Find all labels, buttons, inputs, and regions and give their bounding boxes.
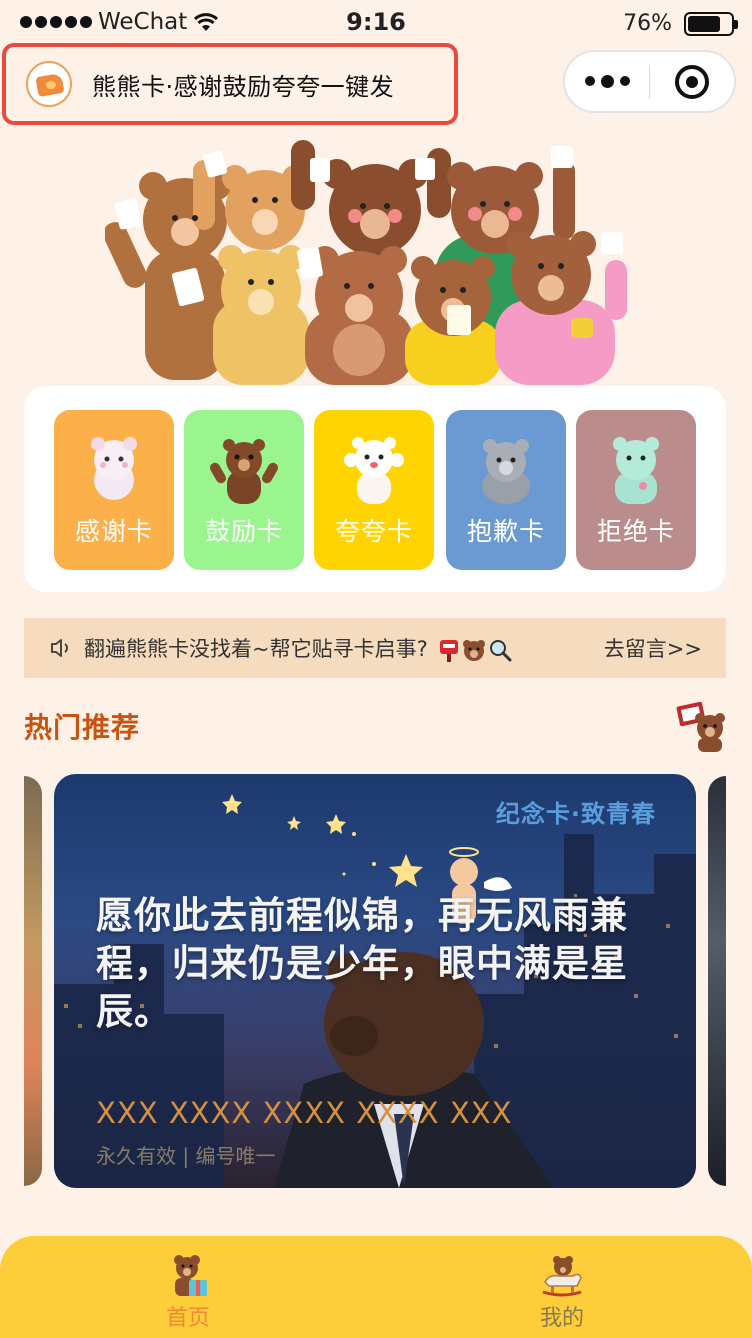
bear-front-pink-shirt — [495, 231, 627, 385]
app-title: 熊熊卡·感谢鼓励夸夸一键发 — [92, 72, 395, 101]
polar-bear-icon — [344, 437, 404, 504]
stars — [222, 794, 423, 887]
bear-card-logo-icon — [26, 61, 72, 107]
category-apology-card[interactable]: 抱歉卡 — [446, 410, 566, 570]
bears-banner-illustration — [105, 140, 627, 385]
card-tag: 纪念卡·致青春 — [495, 800, 656, 828]
leave-message-link[interactable]: 去留言>> — [604, 633, 702, 663]
category-praise-card[interactable]: 夸夸卡 — [314, 410, 434, 570]
mini-program-capsule — [563, 50, 736, 113]
tab-label: 首页 — [165, 1306, 210, 1331]
tab-bar: 首页 我的 — [0, 1236, 752, 1338]
gray-bear-icon — [482, 439, 530, 504]
battery-icon — [684, 11, 738, 36]
battery-percent: 76% — [623, 11, 672, 36]
category-label: 夸夸卡 — [334, 517, 413, 546]
carousel-next-card[interactable] — [708, 776, 726, 1186]
carousel-prev-card[interactable] — [24, 776, 42, 1186]
category-label: 感谢卡 — [74, 517, 153, 546]
card-recipient-name: XXX XXXX XXXX XXXX XXX — [96, 1096, 513, 1130]
bear-back-center — [291, 140, 451, 256]
category-label: 拒绝卡 — [596, 517, 675, 546]
category-refuse-card[interactable]: 拒绝卡 — [576, 410, 696, 570]
bear-with-sign-icon — [676, 701, 725, 752]
bear-gift-icon — [174, 1255, 207, 1296]
card-quote: 愿你此去前程似锦，再无风雨兼程，归来仍是少年，眼中满是星辰。 — [96, 894, 628, 1033]
white-bear-icon — [91, 437, 137, 500]
target-close-icon — [675, 64, 709, 99]
bear-rocking-horse-icon — [542, 1256, 582, 1297]
mint-bear-icon — [613, 437, 659, 504]
lost-card-notice[interactable]: 翻遍熊熊卡没找着~帮它贴寻卡启事? 去留言>> — [24, 618, 726, 678]
brown-bear-icon — [210, 439, 278, 504]
card-subtitle: 永久有效 | 编号唯一 — [96, 1144, 276, 1168]
more-dots-icon[interactable] — [565, 74, 649, 88]
bear-front-yellow — [213, 245, 309, 385]
mailbox-icon — [440, 640, 459, 662]
category-label: 鼓励卡 — [204, 517, 283, 546]
notice-text-wrap: 翻遍熊熊卡没找着~帮它贴寻卡启事? — [84, 633, 604, 663]
category-encourage-card[interactable]: 鼓励卡 — [184, 410, 304, 570]
tab-label: 我的 — [539, 1306, 584, 1331]
bear-face-icon — [463, 640, 486, 661]
app-header: 熊熊卡·感谢鼓励夸夸一键发 — [2, 43, 458, 125]
category-label: 抱歉卡 — [466, 517, 545, 546]
close-mini-program-button[interactable] — [650, 64, 734, 99]
status-bar: WeChat 9:16 76% — [0, 0, 752, 46]
featured-card[interactable]: 纪念卡·致青春 愿你此去前程似锦，再无风雨兼程，归来仍是少年，眼中满是星辰。 X… — [54, 774, 696, 1188]
magnifier-icon — [490, 640, 512, 662]
notice-text: 翻遍熊熊卡没找着~帮它贴寻卡启事? — [84, 637, 428, 661]
section-title: 热门推荐 — [24, 711, 141, 744]
battery-fill — [688, 15, 720, 32]
tab-mine[interactable]: 我的 — [502, 1252, 622, 1332]
category-card: 感谢卡 鼓励卡 夸夸卡 抱歉卡 拒绝卡 — [24, 386, 726, 592]
speaker-icon — [51, 639, 68, 657]
category-thanks-card[interactable]: 感谢卡 — [54, 410, 174, 570]
tab-home[interactable]: 首页 — [128, 1252, 248, 1332]
notice-emojis — [438, 638, 512, 662]
status-right: 76% — [623, 11, 738, 36]
